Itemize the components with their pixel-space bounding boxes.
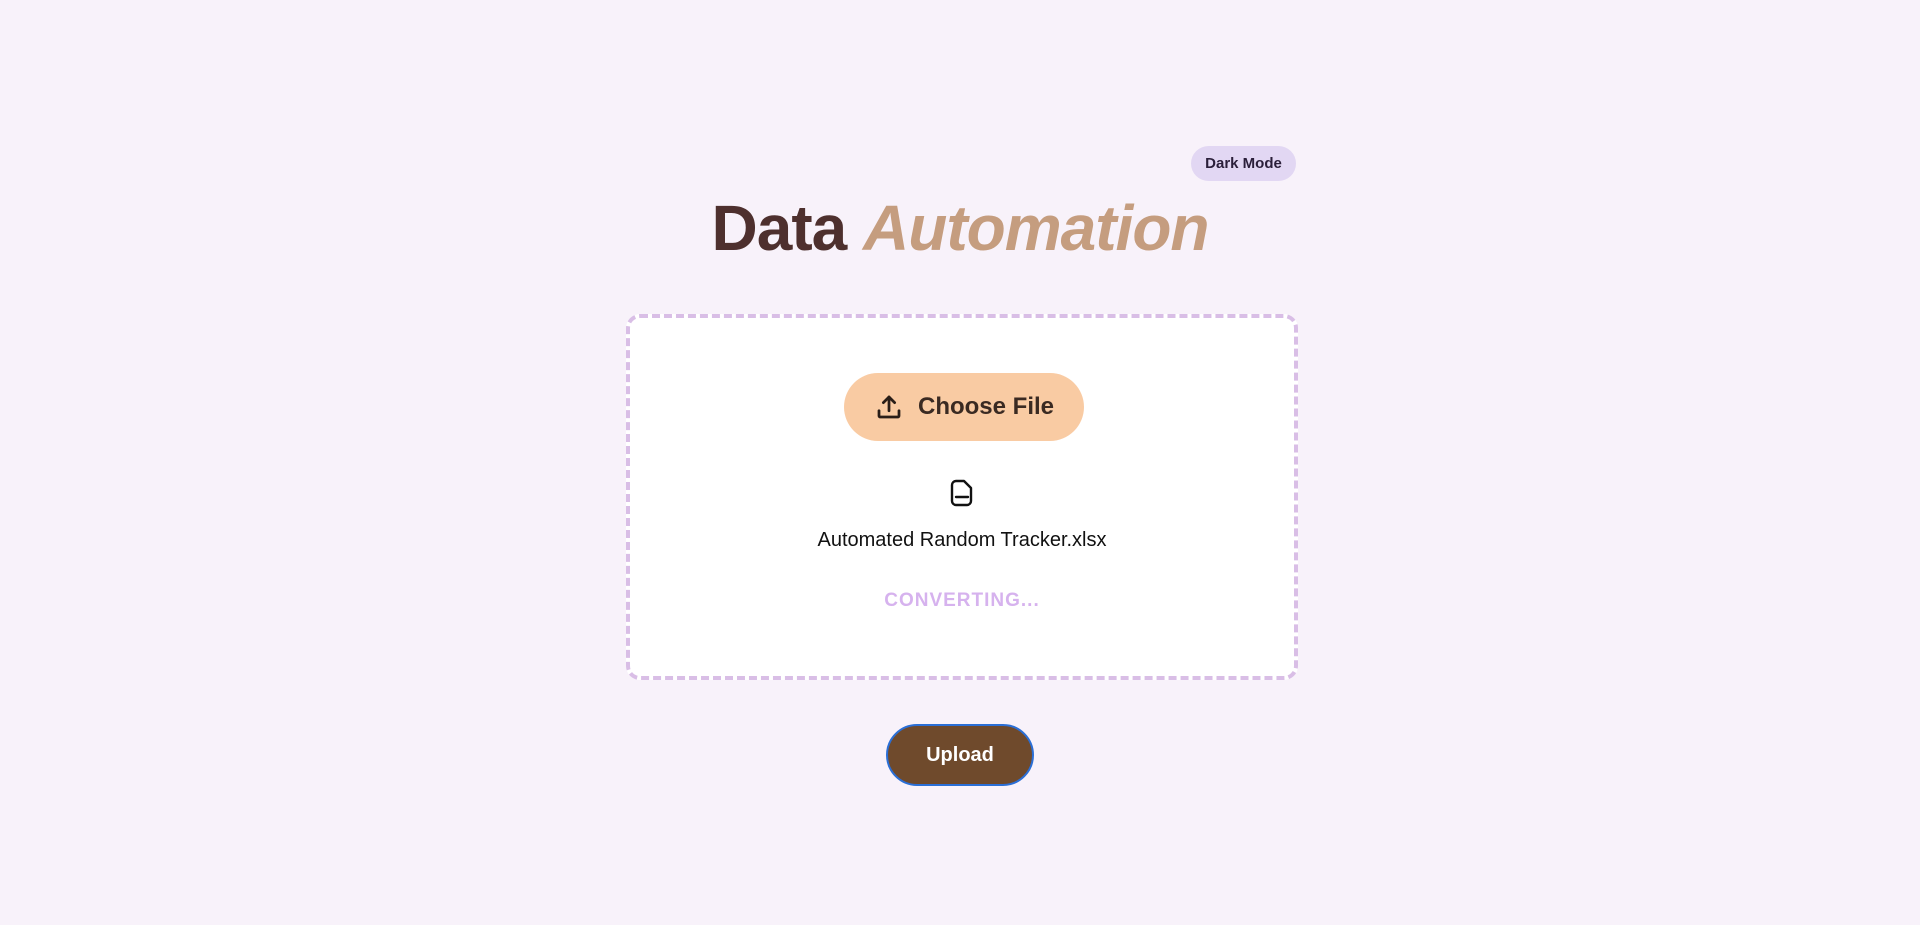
choose-file-button[interactable]: Choose File xyxy=(844,373,1084,441)
app-page: Dark Mode Data Automation Choose File Au… xyxy=(0,0,1920,925)
choose-file-label: Choose File xyxy=(917,393,1055,420)
title-word-automation: Automation xyxy=(863,192,1209,264)
title-word-data: Data xyxy=(711,192,848,264)
page-title: Data Automation xyxy=(0,188,1920,268)
dark-mode-toggle-button[interactable]: Dark Mode xyxy=(1191,146,1296,181)
file-icon xyxy=(948,478,976,508)
selected-file-name: Automated Random Tracker.xlsx xyxy=(817,529,1107,551)
upload-icon xyxy=(874,392,904,422)
conversion-status: CONVERTING... xyxy=(884,590,1040,611)
file-dropzone[interactable]: Choose File Automated Random Tracker.xls… xyxy=(626,314,1298,680)
upload-button[interactable]: Upload xyxy=(886,724,1034,786)
